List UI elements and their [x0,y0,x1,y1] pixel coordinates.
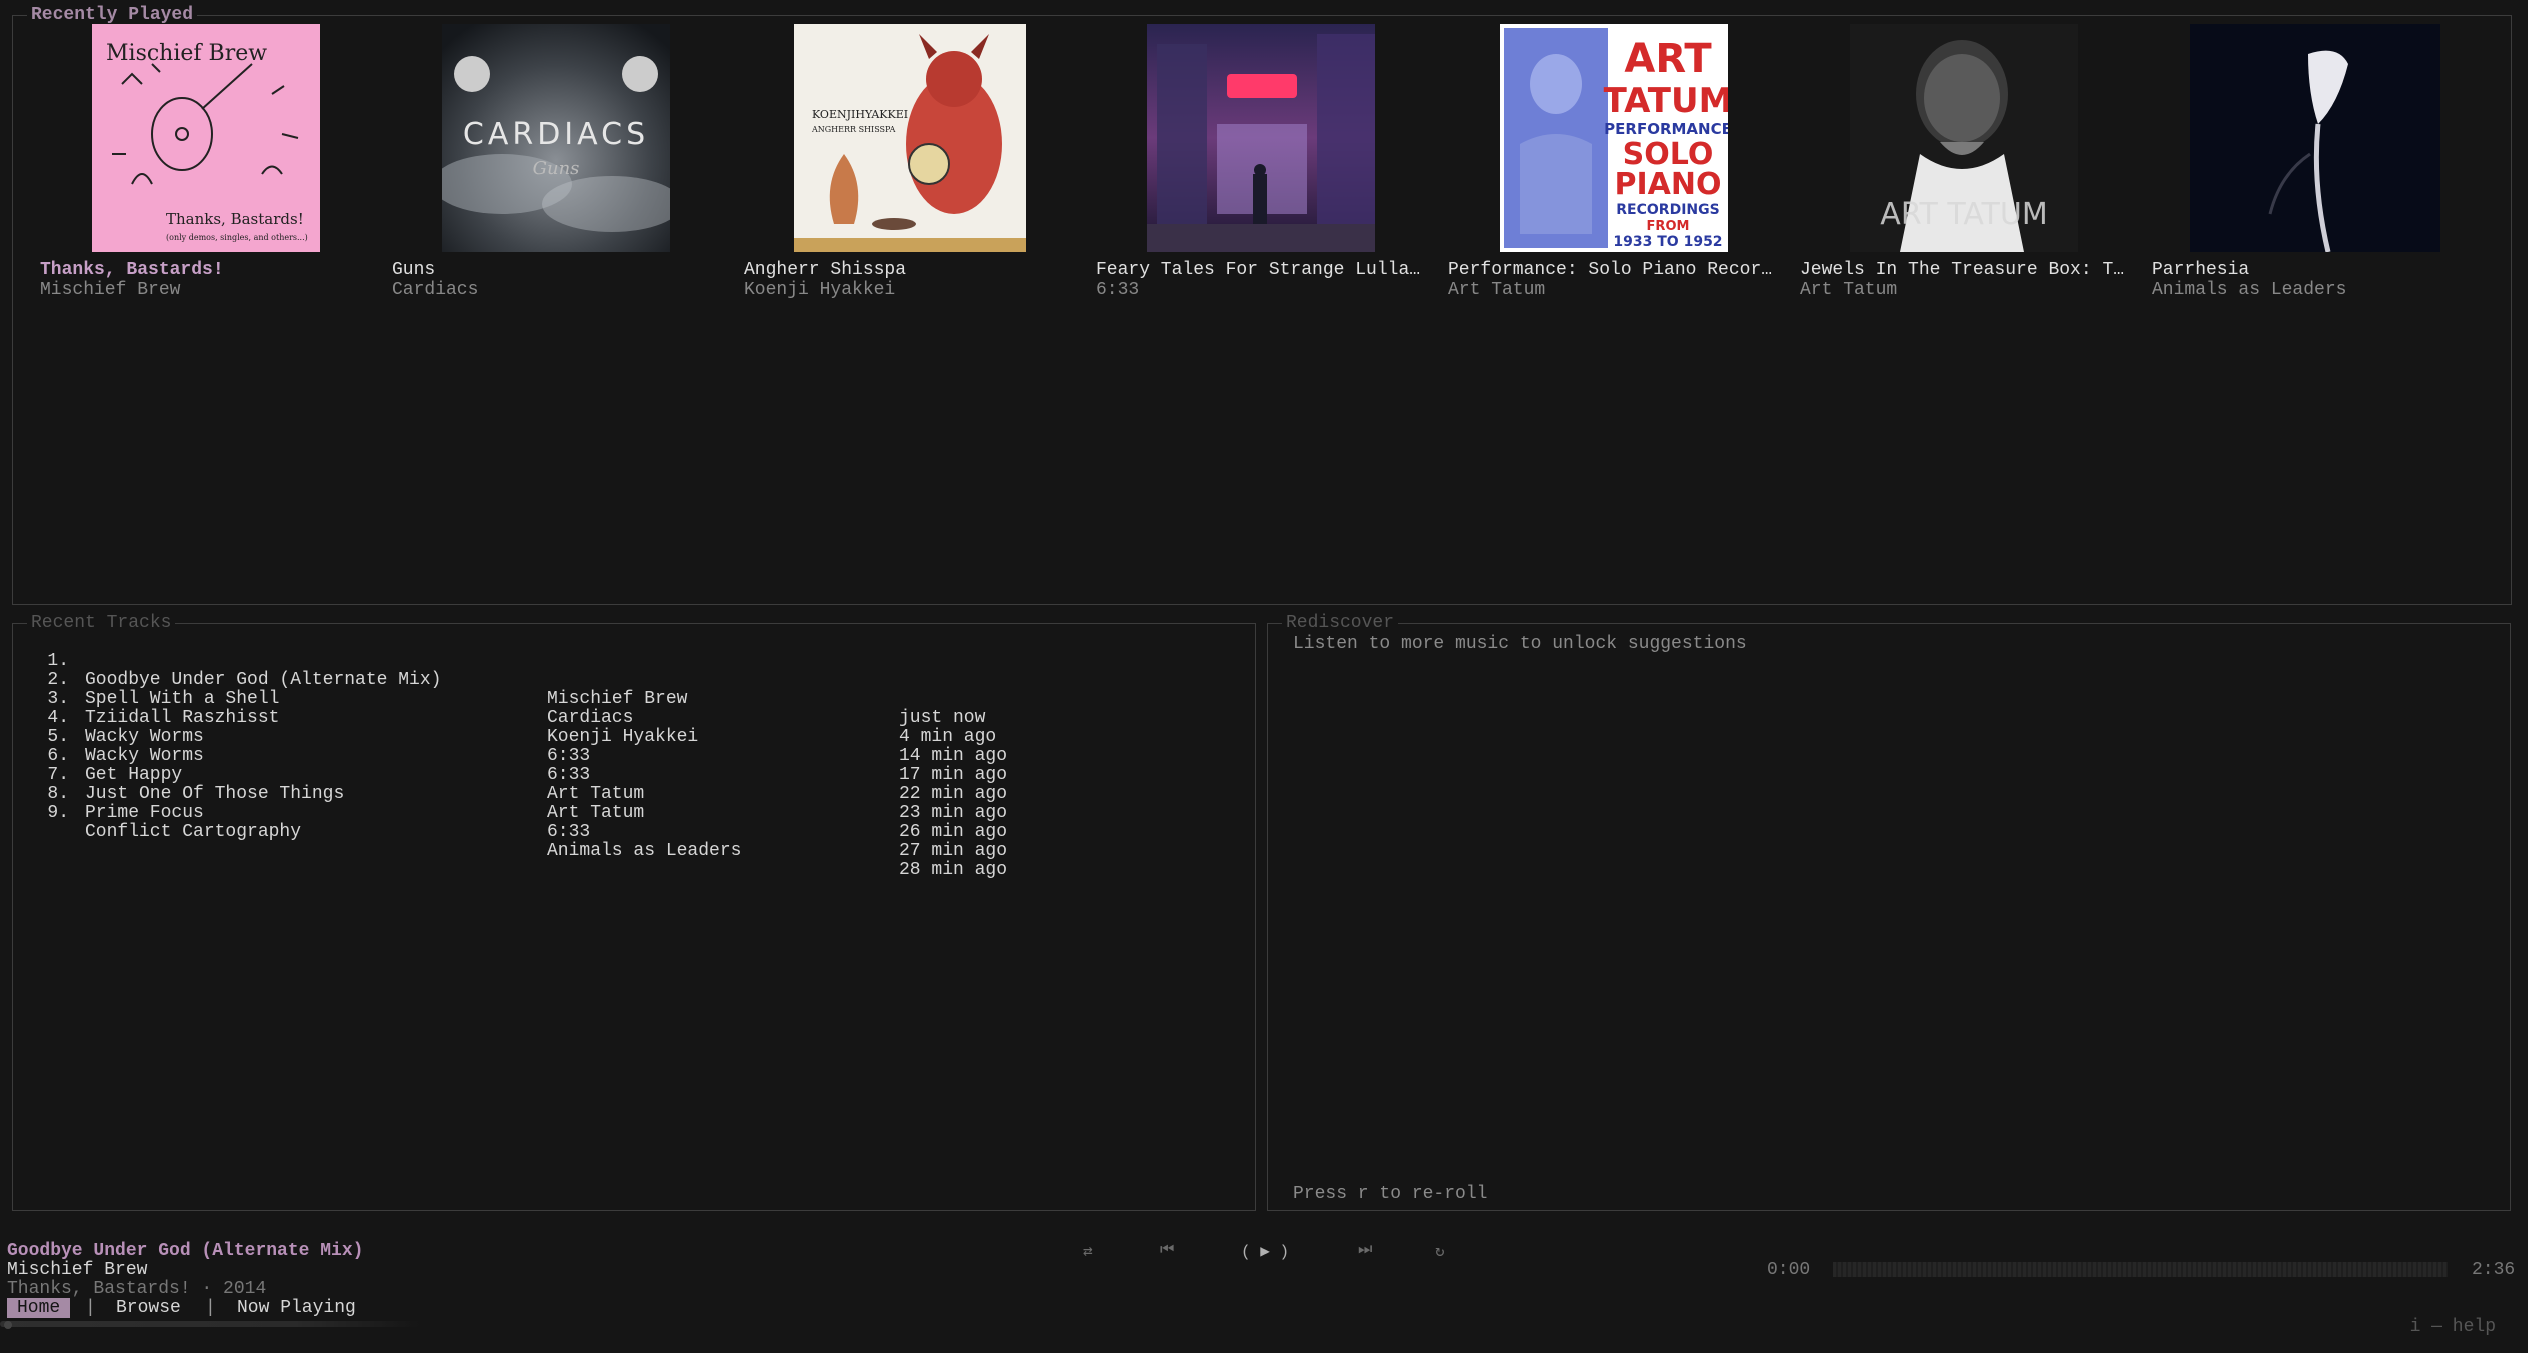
album-title: Parrhesia [2152,260,2250,280]
album-title: Angherr Shisspa [744,260,907,280]
repeat-icon[interactable]: ↻ [1435,1241,1445,1261]
album-artist: Art Tatum [1448,280,1546,300]
svg-text:ART TATUM: ART TATUM [1880,197,2047,232]
album-artist: Mischief Brew [40,280,181,300]
svg-text:RECORDINGS: RECORDINGS [1616,202,1719,218]
progress-bar[interactable] [1833,1262,2448,1277]
album-title: Performance: Solo Piano Recor… [1448,260,1773,280]
svg-text:Thanks, Bastards!: Thanks, Bastards! [166,210,304,228]
track-played-time: 26 min ago [899,822,1008,842]
track-played-time: just now [899,708,986,728]
svg-text:ANGHERR SHISSPA: ANGHERR SHISSPA [811,125,896,134]
track-row[interactable]: 1. Goodbye Under God (Alternate Mix) Mis… [39,633,985,728]
track-artist: Koenji Hyakkei [547,727,699,747]
track-artist: Art Tatum [547,784,645,804]
play-button[interactable]: ( ▶ ) [1241,1241,1289,1261]
recently-played-panel: Recently Played Mischief Brew Thanks, Ba… [12,4,2512,605]
tab-separator: | [205,1298,216,1318]
rediscover-panel: Rediscover Listen to more music to unloc… [1267,612,2511,1211]
track-artist: 6:33 [547,822,591,842]
svg-text:KOENJIHYAKKEI: KOENJIHYAKKEI [812,108,908,121]
album-title: Feary Tales For Strange Lulla… [1096,260,1421,280]
track-artist: Animals as Leaders [547,841,742,861]
track-played-time: 27 min ago [899,841,1008,861]
svg-text:PERFORMANCE: PERFORMANCE [1604,120,1728,138]
track-artist: Mischief Brew [547,689,688,709]
svg-text:FROM: FROM [1647,219,1690,234]
reroll-hint: Press r to re-roll [1293,1184,1488,1204]
tab-now-playing[interactable]: Now Playing [237,1298,356,1318]
track-played-time: 28 min ago [899,860,1008,880]
album-cover[interactable]: Mischief Brew Thanks, Bastards! (only de… [92,24,320,252]
now-playing-album: Thanks, Bastards! · 2014 [7,1279,267,1299]
album-artist: Koenji Hyakkei [744,280,896,300]
recent-tracks-panel: Recent Tracks 1. Goodbye Under God (Alte… [12,612,1256,1211]
album-cover[interactable]: KOENJIHYAKKEI ANGHERR SHISSPA [794,24,1026,252]
elapsed-time: 0:00 [1767,1260,1811,1280]
now-playing-artist: Mischief Brew [7,1260,148,1280]
track-played-time: 4 min ago [899,727,997,747]
tab-separator: | [85,1298,96,1318]
track-artist: 6:33 [547,746,591,766]
svg-text:Guns: Guns [533,158,580,179]
svg-text:PIANO: PIANO [1615,167,1722,202]
previous-track-icon[interactable]: ⏮ [1160,1241,1174,1259]
shuffle-icon[interactable]: ⇄ [1083,1241,1093,1261]
track-row[interactable]: 7. Just One Of Those Things Art Tatum 26… [39,747,1007,842]
track-artist: Cardiacs [547,708,634,728]
track-row[interactable]: 3. Tziidall Raszhisst Koenji Hyakkei 14 … [39,671,1007,766]
track-row[interactable]: 8. Prime Focus 6:33 27 min ago [39,766,1007,861]
album-title: Jewels In The Treasure Box: T… [1800,260,2125,280]
album-cover[interactable] [2190,24,2440,252]
svg-text:(only demos, singles, and othe: (only demos, singles, and others...) [166,233,308,242]
total-duration: 2:36 [2472,1260,2516,1280]
recent-tracks-title: Recent Tracks [27,612,176,634]
status-line [0,1321,420,1327]
album-artist: Cardiacs [392,280,479,300]
tab-browse[interactable]: Browse [116,1298,181,1318]
track-artist: Art Tatum [547,803,645,823]
now-playing-title: Goodbye Under God (Alternate Mix) [7,1241,364,1261]
album-cover[interactable]: ART TATUM PERFORMANCE SOLO PIANO RECORDI… [1500,24,1728,252]
track-title: Just One Of Those Things [85,784,345,804]
track-row[interactable]: 4. Wacky Worms 6:33 17 min ago [39,690,1007,785]
track-title: Tziidall Raszhisst [85,708,280,728]
album-title: Guns [392,260,436,280]
track-played-time: 14 min ago [899,746,1008,766]
track-row[interactable]: 9. Conflict Cartography Animals as Leade… [39,785,1007,880]
tab-home[interactable]: Home [7,1298,71,1318]
track-artist: 6:33 [547,765,591,785]
rediscover-title: Rediscover [1282,612,1399,634]
svg-text:ART: ART [1624,36,1712,82]
track-number: 9. [47,803,69,823]
track-played-time: 22 min ago [899,784,1008,804]
rediscover-message: Listen to more music to unlock suggestio… [1293,634,1747,654]
album-title: Thanks, Bastards! [40,260,224,280]
track-row[interactable]: 6. Get Happy Art Tatum 23 min ago [39,728,1007,823]
help-hint: i — help [2409,1317,2496,1337]
album-artist: Art Tatum [1800,280,1898,300]
svg-text:1933 TO 1952: 1933 TO 1952 [1613,234,1722,250]
track-title: Conflict Cartography [85,822,302,842]
album-cover[interactable] [1147,24,1375,252]
track-played-time: 17 min ago [899,765,1008,785]
svg-text:CARDIACS: CARDIACS [463,117,649,152]
album-cover[interactable]: ART TATUM [1850,24,2078,252]
next-track-icon[interactable]: ⏭ [1358,1241,1372,1259]
track-played-time: 23 min ago [899,803,1008,823]
svg-text:TATUM: TATUM [1604,81,1728,121]
recently-played-title: Recently Played [27,4,198,26]
status-indicator [4,1321,12,1329]
track-row[interactable]: 2. Spell With a Shell Cardiacs 4 min ago [39,652,996,747]
track-title: Goodbye Under God (Alternate Mix) [85,670,442,690]
album-cover[interactable]: CARDIACS Guns [442,24,670,252]
album-artist: 6:33 [1096,280,1140,300]
album-artist: Animals as Leaders [2152,280,2347,300]
track-title: Spell With a Shell [85,689,280,709]
svg-text:Mischief Brew: Mischief Brew [106,41,267,66]
track-row[interactable]: 5. Wacky Worms 6:33 22 min ago [39,709,1007,804]
